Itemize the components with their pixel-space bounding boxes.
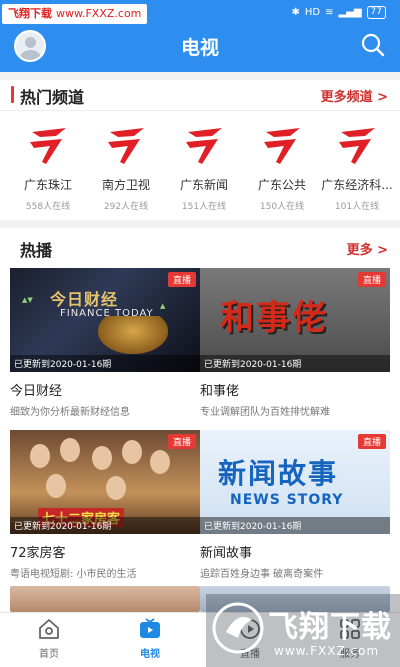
channel-viewers: 292人在线 (103, 202, 149, 212)
cast-face (106, 476, 126, 500)
nav-tab-home[interactable]: 首页 (19, 617, 79, 660)
channel-name: 广东经济科... (321, 178, 393, 192)
channel-logo-icon (339, 128, 375, 164)
more-channels-link[interactable]: 更多频道 > (321, 86, 388, 105)
watermark-text: 飞翔下载 (8, 7, 52, 20)
cast-face (60, 438, 80, 462)
watermark-text: 飞翔下载 (268, 610, 392, 645)
channel-list: 广东珠江 558人在线 南方卫视 292人在线 广东新闻 151人在线 广东公共… (0, 124, 400, 220)
hot-channels-header: 热门频道 更多频道 > (0, 80, 400, 111)
bull-image (98, 316, 168, 354)
channel-logo-icon (186, 128, 222, 164)
program-thumbnail: 和事佬 直播 已更新到2020-01-16期 (200, 268, 390, 372)
system-icons: ✱ HD ≋ ▂▄▆ 77 (291, 6, 386, 19)
watermark-url: www.FXXZ.com (56, 7, 142, 20)
updated-label: 已更新到2020-01-16期 (200, 517, 390, 534)
channel-name: 南方卫视 (101, 178, 150, 192)
program-title: 和事佬 (200, 384, 240, 399)
nav-label: 首页 (39, 649, 59, 660)
divider (0, 110, 400, 111)
wifi-icon: ≋ (325, 7, 334, 18)
program-title: 今日财经 (10, 384, 63, 399)
live-badge: 直播 (357, 434, 386, 449)
thumbnail-title: 新闻故事 (218, 457, 339, 490)
channel-name: 广东珠江 (23, 178, 72, 192)
program-title: 新闻故事 (200, 546, 253, 561)
channel-name: 广东公共 (257, 178, 306, 192)
program-card-peek[interactable] (10, 586, 200, 612)
channel-viewers: 151人在线 (181, 202, 227, 212)
program-thumbnail: 新闻故事 NEWS STORY 直播 已更新到2020-01-16期 (200, 430, 390, 534)
watermark-logo-icon (212, 602, 264, 654)
channel-item[interactable]: 广东经济科... 101人在线 (318, 124, 396, 212)
thumbnail-title: 和事佬 (220, 298, 328, 338)
ticker-decoration: ▲▼ (22, 296, 33, 304)
channel-item[interactable]: 广东珠江 558人在线 (9, 124, 87, 212)
home-icon (39, 619, 59, 639)
updated-label: 已更新到2020-01-16期 (200, 355, 390, 372)
hot-play-header: 热播 更多 > (0, 228, 400, 260)
search-icon[interactable] (360, 32, 386, 58)
channel-item[interactable]: 广东公共 150人在线 (243, 124, 321, 212)
updated-label: 已更新到2020-01-16期 (10, 517, 200, 534)
watermark-badge: 飞翔下载 www.FXXZ.com (2, 4, 148, 24)
thumbnail-subtitle: NEWS STORY (230, 492, 344, 508)
program-desc: 专业调解团队为百姓排忧解难 (200, 407, 330, 418)
tv-icon (140, 618, 160, 638)
hd-icon: HD (304, 7, 321, 18)
channel-item[interactable]: 广东新闻 151人在线 (165, 124, 243, 212)
ticker-decoration: ▲ (160, 302, 166, 310)
page-title: 电视 (180, 37, 219, 59)
cast-face (92, 446, 112, 470)
program-desc: 粤语电视短剧: 小市民的生活 (10, 569, 137, 580)
cast-face (150, 450, 170, 474)
channel-logo-icon (108, 128, 144, 164)
nav-tab-tv[interactable]: 电视 (120, 617, 180, 660)
channel-viewers: 558人在线 (25, 202, 71, 212)
watermark-overlay: 飞翔下载 www.FXXZ.com (206, 594, 400, 667)
program-card[interactable]: 新闻故事 NEWS STORY 直播 已更新到2020-01-16期 新闻故事 … (200, 430, 390, 580)
more-hot-play-link[interactable]: 更多 > (347, 239, 388, 258)
channel-viewers: 150人在线 (259, 202, 305, 212)
program-card[interactable]: 和事佬 直播 已更新到2020-01-16期 和事佬 专业调解团队为百姓排忧解难 (200, 268, 390, 418)
bluetooth-icon: ✱ (291, 7, 300, 18)
program-thumbnail: 今日财经 FINANCE TODAY ▲▼ ▲ 直播 已更新到2020-01-1… (10, 268, 200, 372)
program-card[interactable]: 七十二家房客 直播 已更新到2020-01-16期 72家房客 粤语电视短剧: … (10, 430, 200, 580)
channel-viewers: 101人在线 (334, 202, 380, 212)
live-badge: 直播 (167, 272, 196, 287)
updated-label: 已更新到2020-01-16期 (10, 355, 200, 372)
channel-logo-icon (30, 128, 66, 164)
program-thumbnail: 七十二家房客 直播 已更新到2020-01-16期 (10, 430, 200, 534)
hot-play-section: 热播 更多 > 今日财经 FINANCE TODAY ▲▼ ▲ 直播 已更新到2… (0, 228, 400, 612)
hot-channels-title: 热门频道 (10, 84, 84, 108)
cast-face (122, 440, 142, 464)
live-badge: 直播 (357, 272, 386, 287)
status-bar: 飞翔下载 www.FXXZ.com ✱ HD ≋ ▂▄▆ 77 (0, 0, 400, 26)
battery-icon: 77 (366, 6, 386, 19)
live-badge: 直播 (167, 434, 196, 449)
channel-logo-icon (264, 128, 300, 164)
program-desc: 追踪百姓身边事 破离奇案件 (200, 569, 324, 580)
program-card[interactable]: 今日财经 FINANCE TODAY ▲▼ ▲ 直播 已更新到2020-01-1… (10, 268, 200, 418)
program-desc: 细致为你分析最新财经信息 (10, 407, 130, 418)
hot-channels-section: 热门频道 更多频道 > 广东珠江 558人在线 南方卫视 292人在线 广东新闻… (0, 80, 400, 220)
nav-label: 电视 (140, 649, 160, 660)
channel-name: 广东新闻 (179, 178, 228, 192)
channel-item[interactable]: 南方卫视 292人在线 (87, 124, 165, 212)
program-title: 72家房客 (10, 546, 66, 561)
signal-icon: ▂▄▆ (338, 7, 362, 18)
watermark-url: www.FXXZ.com (274, 644, 380, 658)
app-header: 飞翔下载 www.FXXZ.com ✱ HD ≋ ▂▄▆ 77 电视 (0, 0, 400, 72)
cast-face (30, 444, 50, 468)
cast-face (46, 474, 66, 498)
hot-play-title: 热播 (20, 241, 53, 260)
thumbnail-title: 今日财经 (50, 290, 119, 309)
